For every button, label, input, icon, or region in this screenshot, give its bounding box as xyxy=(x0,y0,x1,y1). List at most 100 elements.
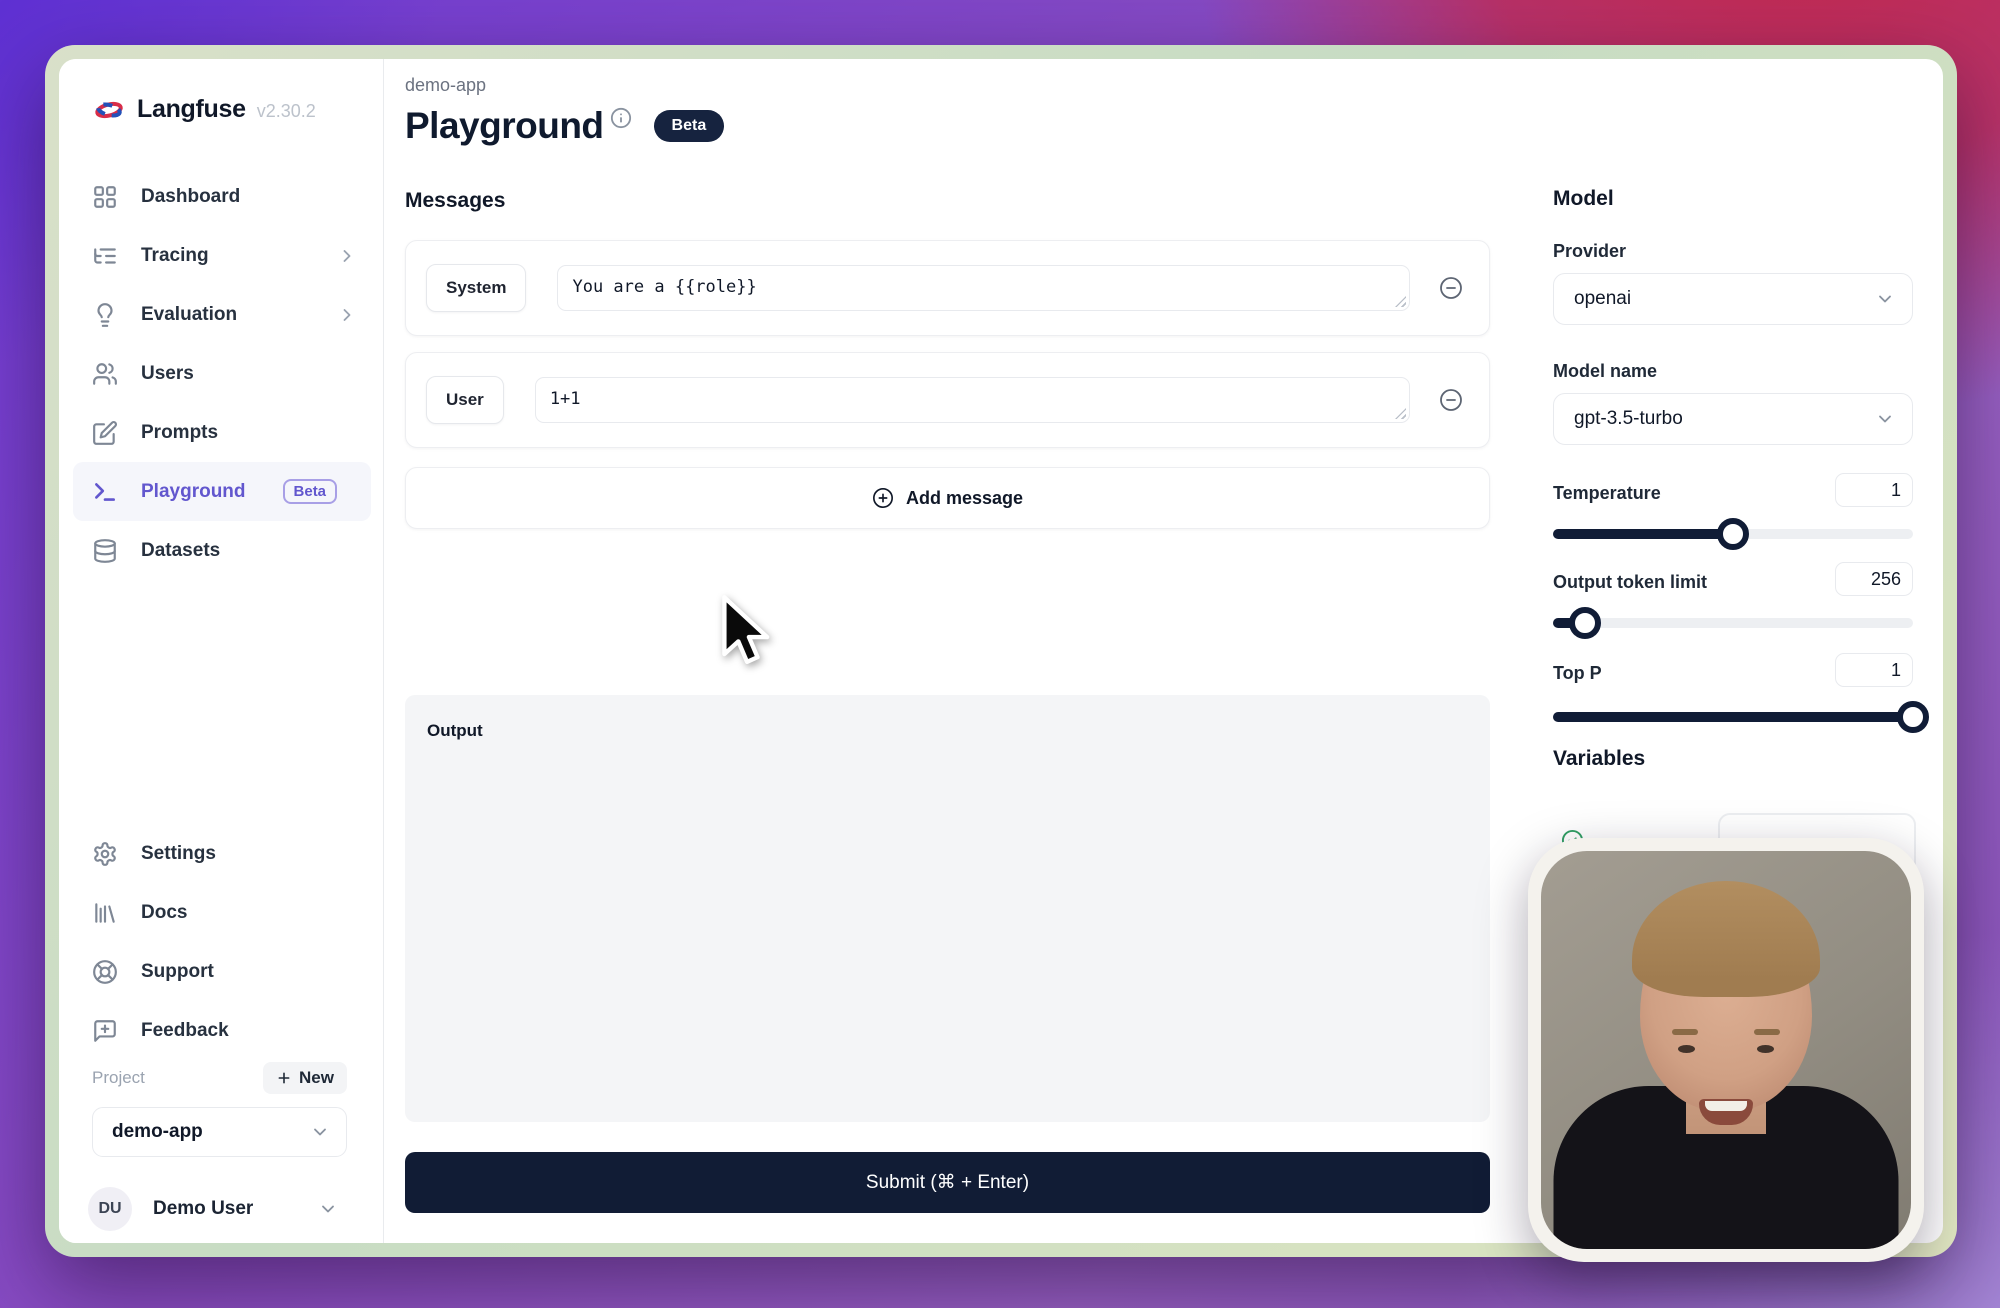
model-name-label: Model name xyxy=(1553,361,1657,382)
sidebar-nav: Dashboard Tracing Evaluation User xyxy=(73,167,371,580)
chevron-down-icon xyxy=(310,1122,330,1142)
minus-circle-icon xyxy=(1439,276,1463,300)
new-project-button[interactable]: New xyxy=(263,1062,347,1094)
add-message-button[interactable]: Add message xyxy=(405,467,1490,529)
sidebar-item-dashboard[interactable]: Dashboard xyxy=(73,167,371,226)
top-p-input[interactable] xyxy=(1835,653,1913,687)
new-project-label: New xyxy=(299,1068,334,1088)
user-menu[interactable]: DU Demo User xyxy=(88,1187,338,1231)
variables-heading: Variables xyxy=(1553,747,1645,771)
terminal-icon xyxy=(92,479,118,505)
brand-name: Langfuse xyxy=(137,95,246,124)
sidebar-item-playground[interactable]: Playground Beta xyxy=(73,462,371,521)
output-token-limit-slider-handle[interactable] xyxy=(1569,607,1601,639)
sidebar-item-support[interactable]: Support xyxy=(73,942,371,1001)
chevron-down-icon xyxy=(1875,409,1895,429)
message-row-system: System You are a {{role}} xyxy=(405,240,1490,336)
sidebar-item-feedback[interactable]: Feedback xyxy=(73,1001,371,1060)
chevron-right-icon xyxy=(337,305,357,325)
sidebar-item-label: Settings xyxy=(141,843,216,865)
top-p-slider-handle[interactable] xyxy=(1897,701,1929,733)
sidebar-item-docs[interactable]: Docs xyxy=(73,883,371,942)
sidebar-item-label: Docs xyxy=(141,902,187,924)
messages-heading: Messages xyxy=(405,189,505,213)
person-teeth xyxy=(1705,1101,1747,1111)
beta-badge-outline: Beta xyxy=(283,479,338,504)
output-token-limit-slider[interactable] xyxy=(1553,618,1913,628)
lifebuoy-icon xyxy=(92,959,118,985)
sidebar-item-prompts[interactable]: Prompts xyxy=(73,403,371,462)
provider-value: openai xyxy=(1574,288,1631,310)
sidebar-item-evaluation[interactable]: Evaluation xyxy=(73,285,371,344)
sidebar: Langfuse v2.30.2 Dashboard Tracing xyxy=(59,59,384,1243)
chevron-right-icon xyxy=(337,246,357,266)
role-button-user[interactable]: User xyxy=(426,376,504,424)
langfuse-logo-icon xyxy=(92,97,126,123)
message-plus-icon xyxy=(92,1018,118,1044)
temperature-slider-handle[interactable] xyxy=(1717,518,1749,550)
temperature-input[interactable] xyxy=(1835,473,1913,507)
user-message-input[interactable]: 1+1 xyxy=(535,377,1410,423)
users-icon xyxy=(92,361,118,387)
project-select-value: demo-app xyxy=(112,1121,203,1143)
output-label: Output xyxy=(427,721,483,740)
sidebar-item-label: Support xyxy=(141,961,214,983)
person-eye xyxy=(1678,1045,1695,1053)
person-eyebrow xyxy=(1672,1029,1698,1035)
output-token-limit-label: Output token limit xyxy=(1553,572,1707,593)
page-title: Playground xyxy=(405,105,604,147)
prompts-icon xyxy=(92,420,118,446)
user-name: Demo User xyxy=(153,1198,253,1220)
breadcrumb[interactable]: demo-app xyxy=(405,75,486,96)
remove-message-button[interactable] xyxy=(1439,388,1463,412)
lightbulb-icon xyxy=(92,302,118,328)
system-message-input[interactable]: You are a {{role}} xyxy=(557,265,1410,311)
model-heading: Model xyxy=(1553,187,1614,211)
tracing-icon xyxy=(92,243,118,269)
chevron-down-icon xyxy=(318,1199,338,1219)
page-title-row: Playground Beta xyxy=(405,105,724,147)
avatar-initials: DU xyxy=(98,1200,121,1218)
model-name-select[interactable]: gpt-3.5-turbo xyxy=(1553,393,1913,445)
message-row-user: User 1+1 xyxy=(405,352,1490,448)
dashboard-icon xyxy=(92,184,118,210)
output-token-limit-input[interactable] xyxy=(1835,562,1913,596)
person-hair xyxy=(1632,881,1820,997)
webcam-overlay[interactable] xyxy=(1528,838,1924,1262)
project-label: Project xyxy=(92,1068,145,1088)
project-select[interactable]: demo-app xyxy=(92,1107,347,1157)
sidebar-item-tracing[interactable]: Tracing xyxy=(73,226,371,285)
sidebar-item-label: Datasets xyxy=(141,540,220,562)
sidebar-item-label: Dashboard xyxy=(141,186,240,208)
remove-message-button[interactable] xyxy=(1439,276,1463,300)
slider-fill xyxy=(1553,529,1733,539)
message-textarea-wrap: You are a {{role}} xyxy=(526,265,1410,311)
plus-circle-icon xyxy=(872,487,894,509)
sidebar-item-datasets[interactable]: Datasets xyxy=(73,521,371,580)
gear-icon xyxy=(92,841,118,867)
database-icon xyxy=(92,538,118,564)
message-textarea-wrap: 1+1 xyxy=(504,377,1410,423)
webcam-video xyxy=(1541,851,1911,1249)
info-icon[interactable] xyxy=(610,107,632,129)
sidebar-item-label: Users xyxy=(141,363,194,385)
sidebar-item-label: Evaluation xyxy=(141,304,237,326)
sidebar-item-users[interactable]: Users xyxy=(73,344,371,403)
submit-label: Submit (⌘ + Enter) xyxy=(866,1171,1029,1194)
project-row: Project New xyxy=(92,1062,347,1094)
sidebar-footer-nav: Settings Docs Support Feedback xyxy=(73,824,371,1060)
temperature-slider[interactable] xyxy=(1553,529,1913,539)
avatar: DU xyxy=(88,1187,132,1231)
library-icon xyxy=(92,900,118,926)
logo-row[interactable]: Langfuse v2.30.2 xyxy=(92,95,316,124)
role-button-system[interactable]: System xyxy=(426,264,526,312)
person-eyebrow xyxy=(1754,1029,1780,1035)
app-version: v2.30.2 xyxy=(257,101,316,122)
sidebar-item-settings[interactable]: Settings xyxy=(73,824,371,883)
desktop-background: Langfuse v2.30.2 Dashboard Tracing xyxy=(0,0,2000,1308)
submit-button[interactable]: Submit (⌘ + Enter) xyxy=(405,1152,1490,1213)
provider-select[interactable]: openai xyxy=(1553,273,1913,325)
top-p-slider[interactable] xyxy=(1553,712,1913,722)
slider-fill xyxy=(1553,712,1913,722)
minus-circle-icon xyxy=(1439,388,1463,412)
